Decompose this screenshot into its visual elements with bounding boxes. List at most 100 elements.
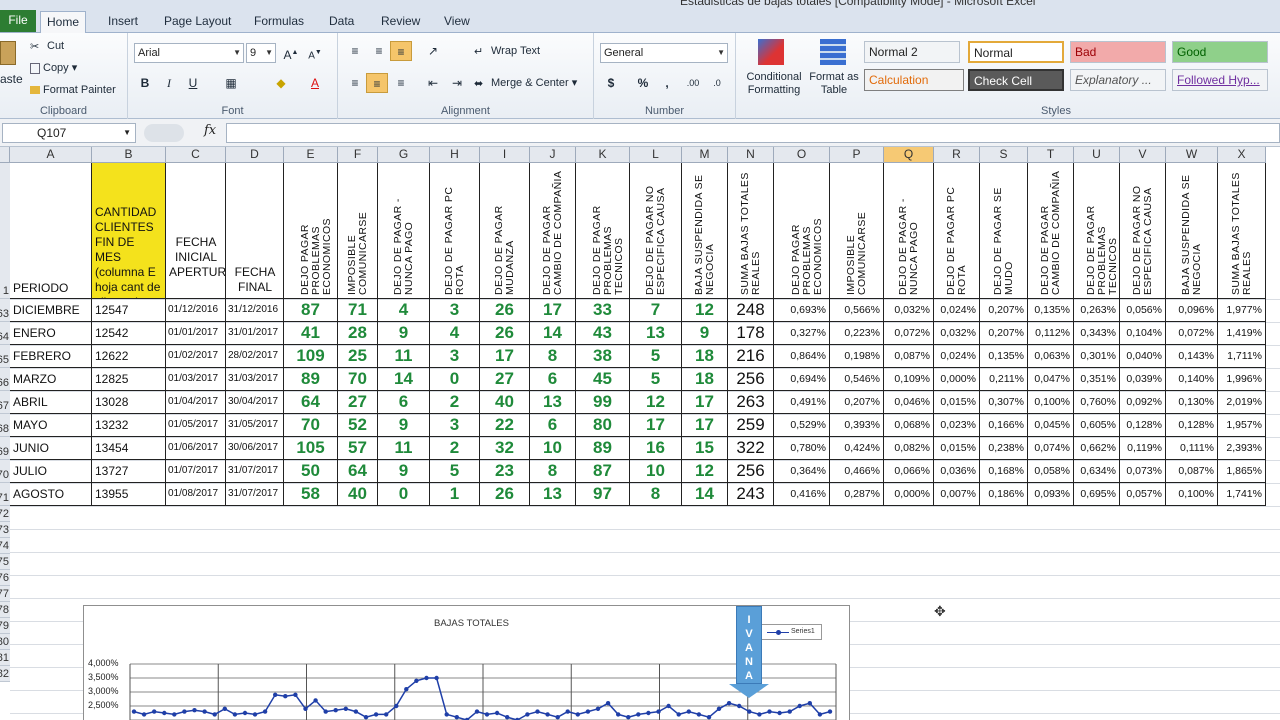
cell-count[interactable]: 8 [530,345,576,368]
row-header[interactable]: 68 [0,414,10,437]
cell-count[interactable]: 97 [576,483,630,506]
cell-percent[interactable]: 0,130% [1166,391,1218,414]
font-name-dropdown[interactable]: Arial ▼ [134,43,244,63]
column-header-k[interactable]: K [576,147,630,163]
cell-percent[interactable]: 0,000% [884,483,934,506]
grow-font-button[interactable]: A▲ [280,43,302,63]
cell-clientes[interactable]: 13232 [92,414,166,437]
cell-count[interactable]: 64 [338,460,378,483]
cell-count[interactable]: 17 [682,414,728,437]
row-header[interactable]: 78 [0,602,10,618]
cell-percent[interactable]: 0,024% [934,345,980,368]
cell-clientes[interactable]: 13727 [92,460,166,483]
row-header[interactable]: 67 [0,391,10,414]
cell-percent[interactable]: 1,741% [1218,483,1266,506]
cell-percent[interactable]: 0,040% [1120,345,1166,368]
cell-count[interactable]: 58 [284,483,338,506]
cell-percent[interactable]: 0,056% [1120,299,1166,322]
cell-periodo[interactable]: AGOSTO [10,483,92,506]
cell-percent[interactable]: 0,263% [1074,299,1120,322]
cell-percent[interactable]: 1,865% [1218,460,1266,483]
cell-percent[interactable]: 0,780% [774,437,830,460]
cell-count[interactable]: 0 [378,483,430,506]
cell-count[interactable]: 9 [378,414,430,437]
cell-fecha-final[interactable]: 30/06/2017 [226,437,284,460]
cell-percent[interactable]: 0,023% [934,414,980,437]
cell-percent[interactable]: 0,032% [884,299,934,322]
cell-percent[interactable]: 0,096% [1166,299,1218,322]
cell-percent[interactable]: 0,343% [1074,322,1120,345]
cell-count[interactable]: 12 [682,460,728,483]
column-header-v[interactable]: V [1120,147,1166,163]
cell-count[interactable]: 27 [338,391,378,414]
column-header-m[interactable]: M [682,147,728,163]
cell-count[interactable]: 105 [284,437,338,460]
underline-button[interactable]: U [182,73,204,93]
cell-percent[interactable]: 0,393% [830,414,884,437]
cell-percent[interactable]: 0,032% [934,322,980,345]
cell-percent[interactable]: 1,957% [1218,414,1266,437]
row-header[interactable]: 81 [0,650,10,666]
cell-count[interactable]: 22 [480,414,530,437]
cell-percent[interactable]: 0,207% [980,299,1028,322]
cell-fecha-inicial[interactable]: 01/03/2017 [166,368,226,391]
cell-percent[interactable]: 0,093% [1028,483,1074,506]
tab-file[interactable]: File [0,10,36,32]
cell-count[interactable]: 178 [728,322,774,345]
row-header[interactable]: 1 [0,163,10,299]
cell-count[interactable]: 12 [682,299,728,322]
cell-percent[interactable]: 0,111% [1166,437,1218,460]
row-header[interactable]: 79 [0,618,10,634]
cell-count[interactable]: 11 [378,437,430,460]
cell-periodo[interactable]: ABRIL [10,391,92,414]
cell-count[interactable]: 14 [530,322,576,345]
cell-percent[interactable]: 0,128% [1166,414,1218,437]
cell-count[interactable]: 64 [284,391,338,414]
cell-count[interactable]: 26 [480,299,530,322]
cell-count[interactable]: 5 [430,460,480,483]
cell-periodo[interactable]: ENERO [10,322,92,345]
cell-percent[interactable]: 0,015% [934,391,980,414]
cell-fecha-final[interactable]: 31/07/2017 [226,483,284,506]
cell-percent[interactable]: 0,760% [1074,391,1120,414]
row-header[interactable]: 70 [0,460,10,483]
cell-percent[interactable]: 0,546% [830,368,884,391]
cell-percent[interactable]: 0,128% [1120,414,1166,437]
cell-fecha-inicial[interactable]: 01/06/2017 [166,437,226,460]
cell-percent[interactable]: 0,223% [830,322,884,345]
cell-fecha-inicial[interactable]: 01/08/2017 [166,483,226,506]
style-explanatory[interactable]: Explanatory ... [1070,69,1166,91]
cell-periodo[interactable]: JULIO [10,460,92,483]
cell-count[interactable]: 17 [530,299,576,322]
cell-percent[interactable]: 0,864% [774,345,830,368]
cell-count[interactable]: 87 [284,299,338,322]
style-followed-hyperlink[interactable]: Followed Hyp... [1172,69,1268,91]
cell-percent[interactable]: 0,207% [980,322,1028,345]
cell-percent[interactable]: 0,416% [774,483,830,506]
cell-fecha-inicial[interactable]: 01/07/2017 [166,460,226,483]
cell-count[interactable]: 71 [338,299,378,322]
cell-percent[interactable]: 0,024% [934,299,980,322]
cell-count[interactable]: 87 [576,460,630,483]
cell-fecha-inicial[interactable]: 01/02/2017 [166,345,226,368]
cell-count[interactable]: 15 [682,437,728,460]
formula-input[interactable] [226,123,1280,143]
cell-count[interactable]: 9 [378,460,430,483]
row-header[interactable]: 75 [0,554,10,570]
cell-percent[interactable]: 0,327% [774,322,830,345]
column-header-r[interactable]: R [934,147,980,163]
cell-count[interactable]: 89 [284,368,338,391]
cell-percent[interactable]: 0,082% [884,437,934,460]
italic-button[interactable]: I [158,73,180,93]
cell-percent[interactable]: 0,072% [884,322,934,345]
currency-button[interactable]: $ [600,73,622,93]
cell-count[interactable]: 70 [338,368,378,391]
cell-count[interactable]: 52 [338,414,378,437]
cell-count[interactable]: 3 [430,345,480,368]
cell-periodo[interactable]: MARZO [10,368,92,391]
cell-count[interactable]: 2 [430,391,480,414]
cell-count[interactable]: 256 [728,460,774,483]
row-header[interactable]: 82 [0,666,10,682]
cell-percent[interactable]: 0,068% [884,414,934,437]
cell-percent[interactable]: 0,466% [830,460,884,483]
